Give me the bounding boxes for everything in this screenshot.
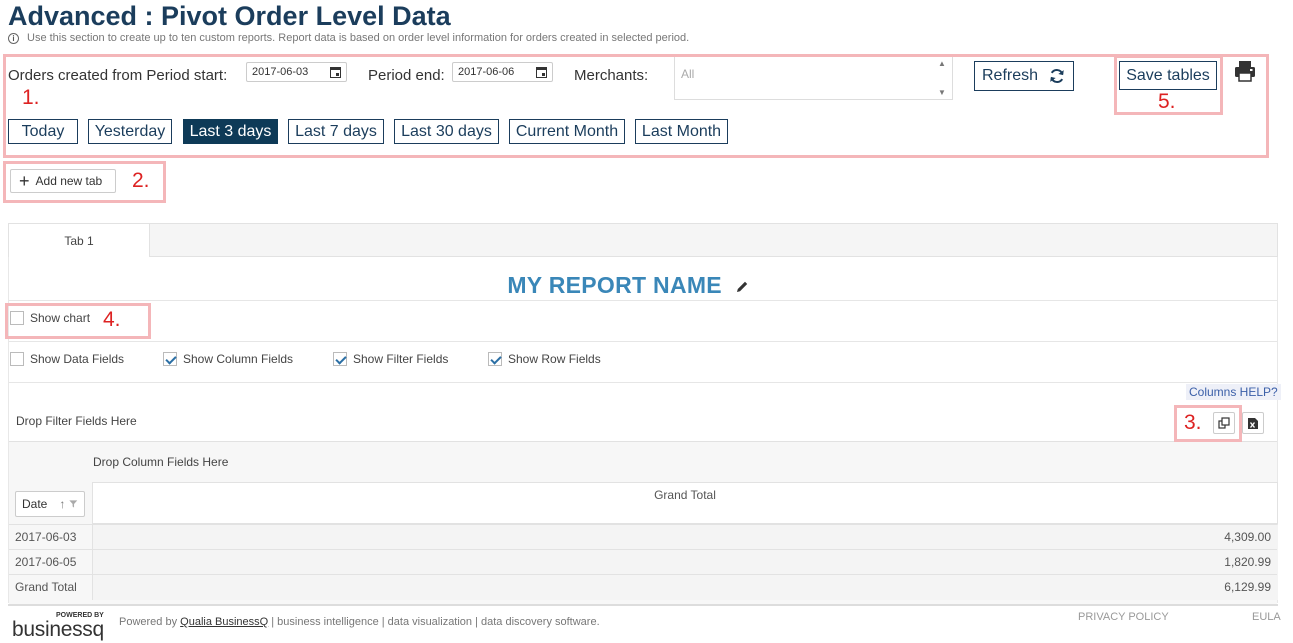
columns-help-link[interactable]: Columns HELP?	[1186, 384, 1281, 400]
footer-powered-prefix: Powered by	[119, 616, 178, 628]
filter-icon[interactable]	[69, 498, 78, 510]
table-row-value: 4,309.00	[1224, 530, 1271, 544]
footer-powered-suffix: | business intelligence | data visualiza…	[271, 616, 600, 628]
divider	[9, 382, 1277, 383]
show-row-fields-checkbox[interactable]	[488, 352, 502, 366]
excel-file-icon	[1248, 417, 1258, 429]
annotation-label-4: 4.	[103, 308, 121, 331]
show-filter-fields-label: Show Filter Fields	[353, 352, 449, 366]
save-tables-button[interactable]: Save tables	[1119, 61, 1217, 90]
divider	[9, 300, 1277, 301]
range-yesterday-button[interactable]: Yesterday	[88, 119, 172, 144]
footer-powered-line: Powered by Qualia BusinessQ | business i…	[119, 616, 600, 628]
grand-total-header: Grand Total	[654, 488, 716, 502]
page-title: Advanced : Pivot Order Level Data	[8, 1, 451, 31]
range-last-3-days-button[interactable]: Last 3 days	[183, 119, 278, 144]
show-row-fields-label: Show Row Fields	[508, 352, 601, 366]
show-data-fields-option[interactable]: Show Data Fields	[10, 352, 124, 366]
refresh-icon	[1050, 69, 1064, 83]
date-row-field[interactable]: Date ↑	[15, 491, 85, 517]
show-chart-label: Show chart	[30, 311, 91, 325]
period-end-value: 2017-06-06	[458, 66, 515, 78]
footer-link[interactable]: Qualia BusinessQ	[180, 616, 268, 628]
report-name-heading: MY REPORT NAME	[8, 272, 1248, 299]
period-start-label: Orders created from Period start:	[8, 67, 228, 84]
merchants-value: All	[681, 67, 695, 81]
add-new-tab-label: Add new tab	[35, 174, 103, 188]
show-data-fields-label: Show Data Fields	[30, 352, 125, 366]
copy-table-button[interactable]	[1213, 412, 1235, 434]
period-start-input[interactable]: 2017-06-03	[246, 62, 347, 82]
range-last-month-button[interactable]: Last Month	[635, 119, 728, 144]
info-icon: i	[8, 32, 19, 44]
merchants-select[interactable]: All ▲ ▼	[674, 56, 953, 100]
export-excel-button[interactable]	[1242, 412, 1264, 434]
range-today-button[interactable]: Today	[8, 119, 78, 144]
tab-1[interactable]: Tab 1	[8, 223, 150, 257]
show-chart-checkbox[interactable]	[10, 311, 24, 325]
report-name: MY REPORT NAME	[507, 272, 722, 298]
refresh-label: Refresh	[981, 67, 1039, 84]
range-last-7-days-button[interactable]: Last 7 days	[288, 119, 384, 144]
pencil-edit-icon[interactable]	[735, 280, 749, 294]
period-end-input[interactable]: 2017-06-06	[452, 62, 553, 82]
show-filter-fields-option[interactable]: Show Filter Fields	[333, 352, 448, 366]
merchants-scrollbar[interactable]: ▲ ▼	[938, 57, 948, 99]
show-column-fields-checkbox[interactable]	[163, 352, 177, 366]
period-end-label: Period end:	[368, 67, 445, 84]
annotation-label-3: 3.	[1184, 411, 1202, 434]
period-start-value: 2017-06-03	[252, 66, 309, 78]
table-row-label: 2017-06-03	[15, 530, 77, 544]
footer-divider	[8, 604, 1278, 606]
plus-icon: +	[19, 171, 30, 191]
table-row-value: 1,820.99	[1224, 555, 1271, 569]
show-filter-fields-checkbox[interactable]	[333, 352, 347, 366]
eula-link[interactable]: EULA	[1252, 611, 1281, 623]
divider	[9, 341, 1277, 342]
date-field-label: Date	[22, 497, 48, 511]
show-column-fields-label: Show Column Fields	[183, 352, 294, 366]
calendar-icon[interactable]	[330, 66, 341, 78]
grand-total-row-label: Grand Total	[15, 580, 77, 594]
merchants-label: Merchants:	[574, 67, 649, 84]
subtitle-text: Use this section to create up to ten cus…	[27, 32, 690, 44]
range-current-month-button[interactable]: Current Month	[509, 119, 625, 144]
page-subtitle: i Use this section to create up to ten c…	[8, 32, 689, 44]
businessq-logo: businessq	[12, 618, 104, 641]
range-last-30-days-button[interactable]: Last 30 days	[394, 119, 499, 144]
sort-arrow-icon[interactable]: ↑	[59, 497, 65, 511]
privacy-policy-link[interactable]: PRIVACY POLICY	[1078, 611, 1169, 623]
refresh-button[interactable]: Refresh	[974, 61, 1074, 91]
show-data-fields-checkbox[interactable]	[10, 352, 24, 366]
show-row-fields-option[interactable]: Show Row Fields	[488, 352, 601, 366]
grand-total-row-value: 6,129.99	[1224, 580, 1271, 594]
annotation-label-2: 2.	[132, 169, 150, 192]
tabs-bar	[8, 223, 1278, 257]
print-icon[interactable]	[1234, 60, 1256, 82]
table-row-label: 2017-06-05	[15, 555, 77, 569]
annotation-label-5: 5.	[1158, 90, 1176, 113]
drop-column-zone[interactable]: Drop Column Fields Here	[93, 455, 228, 469]
add-new-tab-button[interactable]: + Add new tab	[10, 169, 116, 193]
copy-icon	[1218, 417, 1230, 429]
annotation-label-1: 1.	[22, 86, 40, 109]
calendar-icon[interactable]	[536, 66, 547, 78]
data-rows	[9, 524, 1278, 600]
drop-filter-zone[interactable]: Drop Filter Fields Here	[16, 414, 137, 428]
show-column-fields-option[interactable]: Show Column Fields	[163, 352, 293, 366]
show-chart-option[interactable]: Show chart	[10, 311, 90, 325]
